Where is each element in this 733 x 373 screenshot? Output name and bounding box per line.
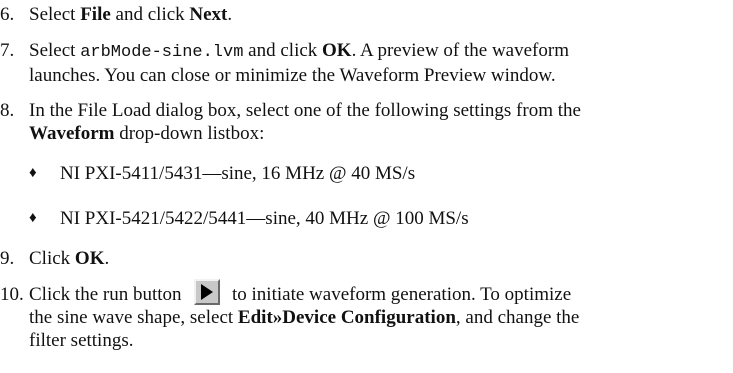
step-number: 7. — [0, 40, 15, 61]
diamond-bullet-icon: ♦ — [29, 210, 37, 226]
step-text-part: drop-down listbox: — [114, 123, 265, 144]
bold-term: Edit»Device Configuration — [237, 307, 456, 328]
step-number: 9. — [0, 248, 15, 269]
step-text-part: and click — [243, 40, 323, 61]
step-text-part: and click — [110, 4, 190, 25]
step-text-part: filter settings. — [29, 330, 134, 351]
run-arrow-icon — [201, 284, 213, 300]
step-text: Click OK. — [29, 247, 729, 270]
bold-term: File — [80, 4, 111, 25]
bold-term: OK — [74, 248, 105, 269]
step-text-part: . — [227, 4, 233, 25]
step-text-part: the sine wave shape, select — [29, 307, 238, 328]
step-text-part: . — [104, 248, 110, 269]
step-text: In the File Load dialog box, select one … — [29, 99, 729, 145]
step-text-part: launches. You can close or minimize the … — [29, 65, 556, 86]
file-name-code: arbMode-sine.lvm — [80, 43, 244, 62]
bold-term: Next — [189, 4, 228, 25]
step-text-part: . A preview of the waveform — [351, 40, 569, 61]
bold-term: Waveform — [29, 123, 115, 144]
bullet-text: NI PXI-5411/5431—sine, 16 MHz @ 40 MS/s — [60, 163, 416, 184]
step-text: Click the run button to initiate wavefor… — [29, 279, 729, 352]
step-text-part: , and change the — [455, 307, 580, 328]
step-text: Select arbMode-sine.lvm and click OK. A … — [29, 39, 729, 87]
step-text-part: Click the run button — [29, 284, 182, 305]
step-text-part: Select — [29, 4, 81, 25]
run-button[interactable] — [194, 279, 220, 305]
step-text-part: Click — [29, 248, 75, 269]
step-text: Select File and click Next. — [29, 3, 729, 26]
step-number: 10. — [0, 284, 24, 305]
bold-term: OK — [322, 40, 352, 61]
step-text-part: In the File Load dialog box, select one … — [29, 100, 581, 121]
step-text-part: to initiate waveform generation. To opti… — [232, 284, 572, 305]
step-number: 6. — [0, 4, 15, 25]
bullet-text: NI PXI-5421/5422/5441—sine, 40 MHz @ 100… — [60, 208, 469, 229]
diamond-bullet-icon: ♦ — [29, 165, 37, 181]
step-text-part: Select — [29, 40, 81, 61]
step-number: 8. — [0, 100, 15, 121]
